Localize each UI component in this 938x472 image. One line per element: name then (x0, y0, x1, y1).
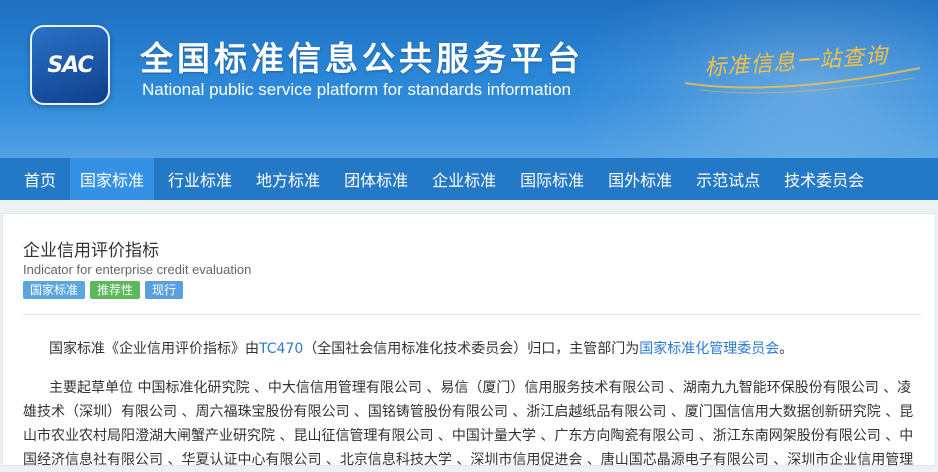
slogan: 标准信息一站查询 (680, 38, 925, 98)
intro-middle: （全国社会信用标准化技术委员会）归口，主管部门为 (303, 341, 640, 357)
tag-recommended: 推荐性 (90, 281, 141, 299)
nav-item-local-standard[interactable]: 地方标准 (246, 158, 330, 200)
intro-prefix: 国家标准《企业信用评价指标》由 (49, 341, 259, 357)
nav-item-international-standard[interactable]: 国际标准 (510, 158, 594, 200)
nav-item-national-standard[interactable]: 国家标准 (70, 158, 155, 200)
main-nav: 首页 国家标准 行业标准 地方标准 团体标准 企业标准 国际标准 国外标准 示范… (0, 158, 938, 200)
tag-national-standard: 国家标准 (23, 281, 86, 299)
logo-text: SAC (47, 52, 93, 78)
tc470-link[interactable]: TC470 (259, 341, 303, 357)
nav-item-group-standard[interactable]: 团体标准 (334, 158, 418, 200)
nav-item-foreign-standard[interactable]: 国外标准 (598, 158, 682, 200)
sac-dept-link[interactable]: 国家标准化管理委员会 (639, 341, 779, 357)
nav-item-enterprise-standard[interactable]: 企业标准 (422, 158, 506, 200)
divider (23, 314, 921, 315)
tag-current: 现行 (145, 281, 184, 299)
intro-suffix: 。 (779, 341, 794, 357)
site-banner: SAC 全国标准信息公共服务平台 National public service… (0, 0, 938, 158)
standard-title: 企业信用评价指标 (23, 241, 159, 261)
standard-detail-panel: 企业信用评价指标 Indicator for enterprise credit… (2, 213, 936, 468)
nav-item-technical-committee[interactable]: 技术委员会 (774, 158, 874, 200)
standard-tags: 国家标准 推荐性 现行 (23, 281, 184, 299)
site-subtitle: National public service platform for sta… (142, 80, 571, 99)
sac-logo[interactable]: SAC (30, 25, 110, 105)
nav-item-industry-standard[interactable]: 行业标准 (158, 158, 242, 200)
nav-item-home[interactable]: 首页 (14, 158, 66, 200)
standard-title-en: Indicator for enterprise credit evaluati… (23, 262, 252, 277)
intro-paragraph: 国家标准《企业信用评价指标》由TC470（全国社会信用标准化技术委员会）归口，主… (49, 338, 793, 358)
nav-item-pilot[interactable]: 示范试点 (686, 158, 770, 200)
drafters-paragraph: 主要起草单位 中国标准化研究院 、中大信信用管理有限公司 、易信（厦门）信用服务… (23, 380, 914, 468)
site-title: 全国标准信息公共服务平台 (140, 39, 584, 78)
